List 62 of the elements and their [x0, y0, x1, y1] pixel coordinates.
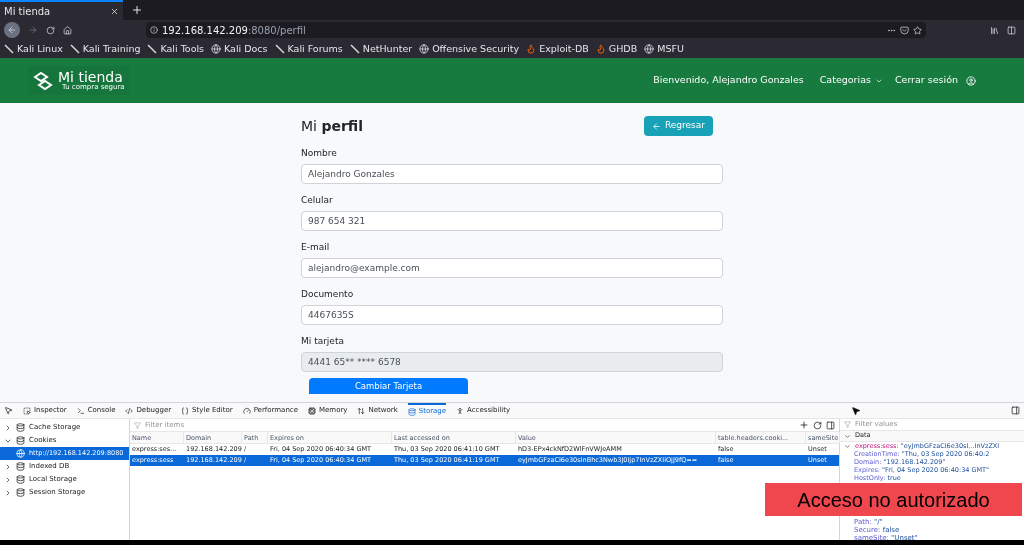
- bookmark[interactable]: Exploit-DB: [526, 41, 589, 57]
- sidebar-toggle-icon[interactable]: [826, 420, 835, 430]
- library-icon[interactable]: [990, 25, 999, 35]
- logo-title: Mi tienda: [58, 70, 124, 84]
- welcome-text: Bienvenido, Alejandro Gonzales: [653, 73, 804, 88]
- bookmark[interactable]: Kali Training: [69, 41, 141, 57]
- logo-icon: [32, 70, 54, 91]
- filter-icon: [134, 421, 141, 429]
- bookmark[interactable]: GHDB: [595, 41, 638, 57]
- logout-link[interactable]: Cerrar sesión: [894, 73, 958, 88]
- database-icon: [16, 488, 25, 497]
- filter-icon: [844, 421, 851, 428]
- browser-tab[interactable]: Mi tienda: [0, 0, 123, 20]
- url-field[interactable]: 192.168.142.209:8080/perfil: [146, 22, 926, 38]
- database-icon: [16, 423, 25, 432]
- add-icon[interactable]: [799, 420, 809, 430]
- categories-menu[interactable]: Categorias: [819, 73, 883, 88]
- globe-icon: [419, 44, 430, 54]
- input-field[interactable]: alejandro@example.com: [301, 258, 723, 278]
- pocket-icon[interactable]: [900, 25, 909, 35]
- new-tab-icon[interactable]: [131, 4, 143, 16]
- bookmark[interactable]: Offensive Security: [419, 41, 520, 57]
- bookmark[interactable]: Kali Linux: [4, 41, 63, 57]
- bookmark[interactable]: MSFU: [644, 41, 684, 57]
- flame-icon: [526, 44, 537, 54]
- database-icon: [16, 475, 25, 484]
- picker-icon[interactable]: [4, 406, 13, 415]
- user-icon[interactable]: [966, 75, 976, 86]
- sidebar-icon[interactable]: [1007, 25, 1016, 35]
- field-label: Documento: [301, 289, 355, 299]
- database-icon: [16, 436, 25, 445]
- input-field[interactable]: Alejandro Gonzales: [301, 164, 723, 184]
- close-icon[interactable]: [110, 6, 119, 16]
- refresh-icon[interactable]: [813, 420, 822, 430]
- bookmark[interactable]: Kali Tools: [147, 41, 205, 57]
- bookmark[interactable]: Kali Forums: [274, 41, 343, 57]
- cursor-icon: [851, 405, 861, 416]
- home-icon[interactable]: [63, 25, 72, 35]
- error-banner: Acceso no autorizado: [765, 483, 1022, 516]
- back-arrow-icon: [651, 121, 661, 131]
- database-icon: [16, 462, 25, 471]
- globe-icon: [16, 449, 25, 458]
- bookmark[interactable]: Kali Docs: [211, 41, 268, 57]
- back-button[interactable]: [4, 22, 20, 38]
- reload-icon[interactable]: [46, 25, 55, 35]
- url-text: 192.168.142.209:8080/perfil: [162, 23, 307, 38]
- dock-icon[interactable]: [1011, 406, 1020, 415]
- globe-icon: [644, 44, 655, 54]
- page-title: Mi perfil: [301, 118, 364, 134]
- input-field[interactable]: 987 654 321: [301, 211, 723, 231]
- bookmark[interactable]: NetHunter: [349, 41, 413, 57]
- flame-icon: [595, 44, 606, 54]
- field-label: Nombre: [301, 148, 338, 158]
- field-label: Mi tarjeta: [301, 336, 345, 346]
- globe-icon: [211, 44, 222, 54]
- back-arrow-icon: [7, 25, 17, 35]
- field-label: E-mail: [301, 242, 331, 252]
- field-label: Celular: [301, 195, 334, 205]
- info-icon: [150, 26, 158, 34]
- input-field[interactable]: 4467635S: [301, 305, 723, 325]
- star-icon[interactable]: [913, 25, 922, 35]
- change-card-button[interactable]: Cambiar Tarjeta: [309, 378, 468, 394]
